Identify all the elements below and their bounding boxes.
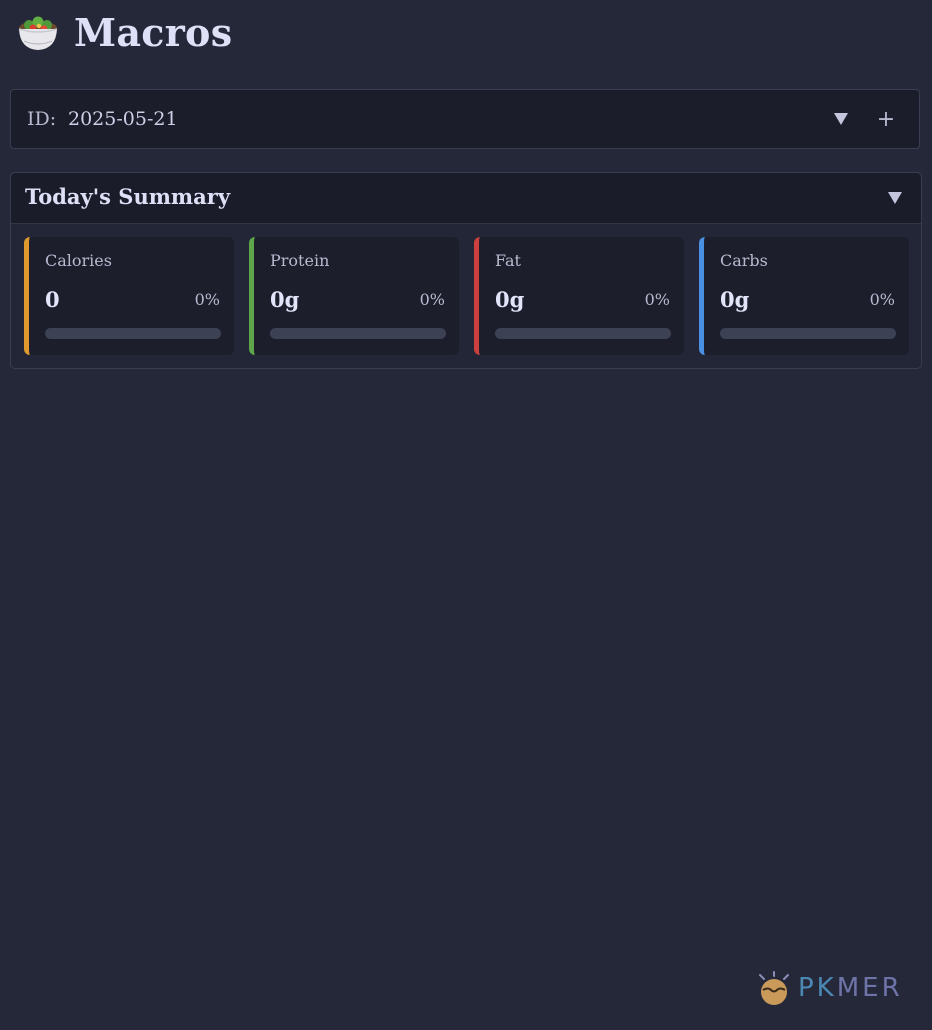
fat-label: Fat	[495, 251, 521, 270]
id-selector-bar: ID: 2025-05-21 +	[10, 89, 920, 149]
macros-page: Macros ID: 2025-05-21 + Today's Summary …	[0, 0, 932, 1030]
carbs-card: Carbs 0g 0%	[699, 237, 909, 355]
title-row: Macros	[16, 10, 232, 55]
pkmer-logo-text: PKMER	[798, 973, 903, 1003]
id-label: ID:	[27, 108, 57, 130]
add-entry-button[interactable]: +	[875, 104, 897, 134]
calories-percent: 0%	[194, 290, 220, 309]
summary-header[interactable]: Today's Summary	[11, 173, 921, 224]
fat-percent: 0%	[644, 290, 670, 309]
triangle-down-icon	[834, 113, 848, 125]
fat-card: Fat 0g 0%	[474, 237, 684, 355]
fat-progress-bar	[495, 328, 671, 339]
protein-card: Protein 0g 0%	[249, 237, 459, 355]
pkmer-watermark: PKMER	[756, 970, 903, 1006]
carbs-value: 0g	[720, 287, 750, 312]
calories-label: Calories	[45, 251, 112, 270]
salad-bowl-icon	[18, 16, 58, 50]
calories-progress-bar	[45, 328, 221, 339]
page-title: Macros	[74, 10, 233, 55]
id-value[interactable]: 2025-05-21	[68, 108, 178, 130]
todays-summary-panel: Today's Summary Calories 0 0% Protein 0g…	[10, 172, 922, 369]
id-dropdown-button[interactable]	[831, 108, 851, 130]
protein-percent: 0%	[419, 290, 445, 309]
pkmer-logo-icon	[759, 971, 789, 1005]
protein-value: 0g	[270, 287, 300, 312]
carbs-progress-bar	[720, 328, 896, 339]
calories-value: 0	[45, 287, 60, 312]
carbs-percent: 0%	[869, 290, 895, 309]
summary-collapse-toggle[interactable]	[885, 187, 905, 209]
protein-progress-bar	[270, 328, 446, 339]
calories-card: Calories 0 0%	[24, 237, 234, 355]
summary-title: Today's Summary	[25, 184, 231, 209]
protein-label: Protein	[270, 251, 330, 270]
fat-value: 0g	[495, 287, 525, 312]
triangle-down-icon	[888, 192, 902, 204]
carbs-label: Carbs	[720, 251, 768, 270]
